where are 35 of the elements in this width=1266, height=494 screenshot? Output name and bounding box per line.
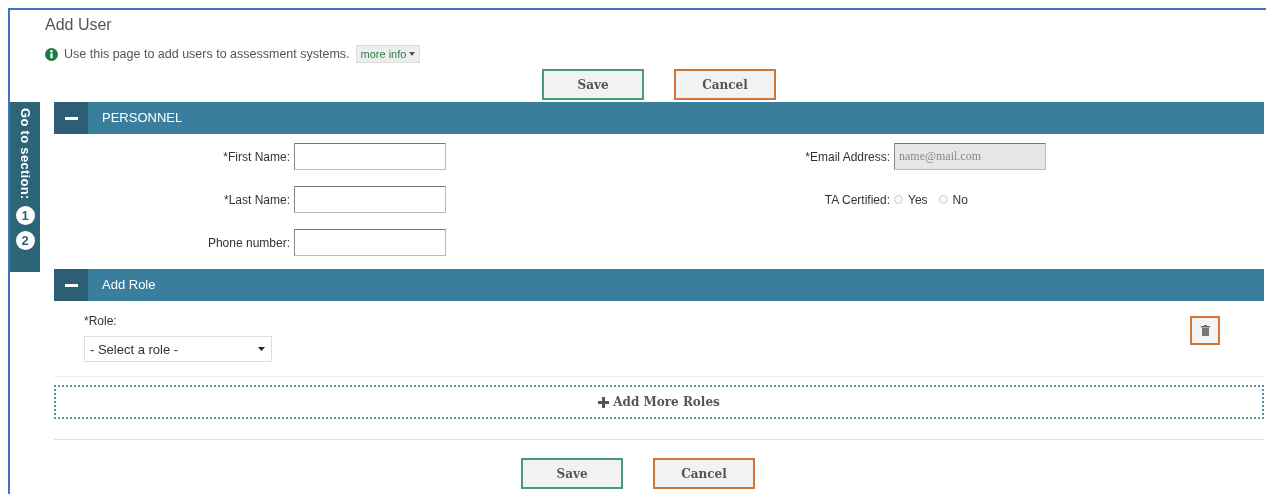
field-label: *Role:	[84, 314, 118, 328]
info-text: Use this page to add users to assessment systems.	[64, 47, 350, 61]
more-info-link[interactable]: more info	[355, 45, 421, 63]
section-title: Add Role	[101, 276, 156, 294]
save-button[interactable]: Save	[542, 69, 644, 100]
field-label: Phone number:	[206, 235, 291, 250]
section-title: PERSONNEL	[101, 109, 183, 127]
page-title: Add User	[45, 16, 113, 34]
field-label: *Email Address:	[804, 149, 891, 164]
field-label: TA Certified:	[823, 192, 891, 207]
field-label: *First Name:	[222, 149, 291, 164]
collapse-toggle[interactable]	[54, 269, 88, 301]
collapse-toggle[interactable]	[54, 102, 88, 134]
radio-label: Yes	[908, 192, 928, 207]
section-nav-label: Go to section:	[17, 108, 33, 200]
cancel-button[interactable]: Cancel	[653, 458, 755, 489]
delete-button[interactable]	[1190, 316, 1220, 345]
text-field[interactable]	[294, 143, 446, 170]
text-field[interactable]	[294, 229, 446, 256]
role-dropdown[interactable]: - Select a role -	[84, 336, 272, 362]
save-button[interactable]: Save	[521, 458, 623, 489]
info-icon	[45, 47, 58, 61]
trash-icon	[1200, 325, 1210, 336]
caret-icon	[258, 347, 265, 351]
text-field[interactable]	[294, 186, 446, 213]
radio-button[interactable]	[938, 195, 948, 204]
radio-button[interactable]	[894, 195, 903, 204]
add-more-roles-button[interactable]: Add More Roles	[54, 385, 1264, 419]
section-link[interactable]: 2	[15, 230, 35, 250]
field-label: *Last Name:	[222, 192, 291, 207]
plus-icon	[598, 396, 610, 408]
section-link[interactable]: 1	[15, 205, 35, 225]
cancel-button[interactable]: Cancel	[674, 69, 776, 100]
radio-label: No	[952, 192, 968, 207]
caret-icon	[409, 52, 416, 56]
